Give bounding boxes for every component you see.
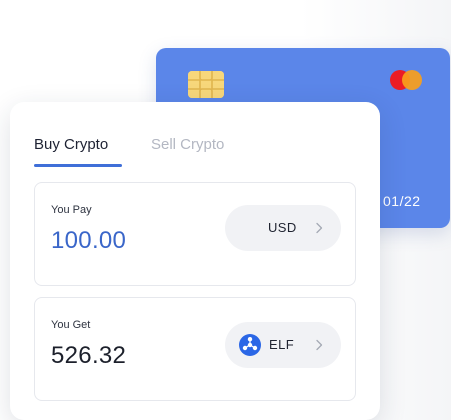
pay-amount-input[interactable]: 100.00	[51, 227, 126, 255]
chevron-right-icon	[316, 222, 323, 234]
elf-token-icon	[239, 334, 261, 356]
active-tab-indicator	[34, 164, 122, 167]
chevron-right-icon	[316, 339, 323, 351]
pay-field[interactable]: You Pay 100.00 USD	[34, 182, 356, 286]
mastercard-icon	[390, 70, 424, 90]
card-expiry: 01/22	[383, 193, 421, 209]
pay-currency-code: USD	[268, 220, 297, 235]
pay-currency-selector[interactable]: USD	[225, 205, 341, 251]
get-amount: 526.32	[51, 342, 127, 369]
tab-buy-crypto[interactable]: Buy Crypto	[34, 136, 108, 153]
card-chip-icon	[188, 71, 224, 98]
get-field[interactable]: You Get 526.32 ELF	[34, 297, 356, 401]
tab-sell-crypto[interactable]: Sell Crypto	[151, 136, 224, 153]
pay-label: You Pay	[51, 204, 92, 216]
get-label: You Get	[51, 319, 91, 331]
exchange-panel: Buy Crypto Sell Crypto You Pay 100.00 US…	[10, 102, 380, 420]
get-currency-selector[interactable]: ELF	[225, 322, 341, 368]
get-currency-code: ELF	[269, 337, 295, 352]
